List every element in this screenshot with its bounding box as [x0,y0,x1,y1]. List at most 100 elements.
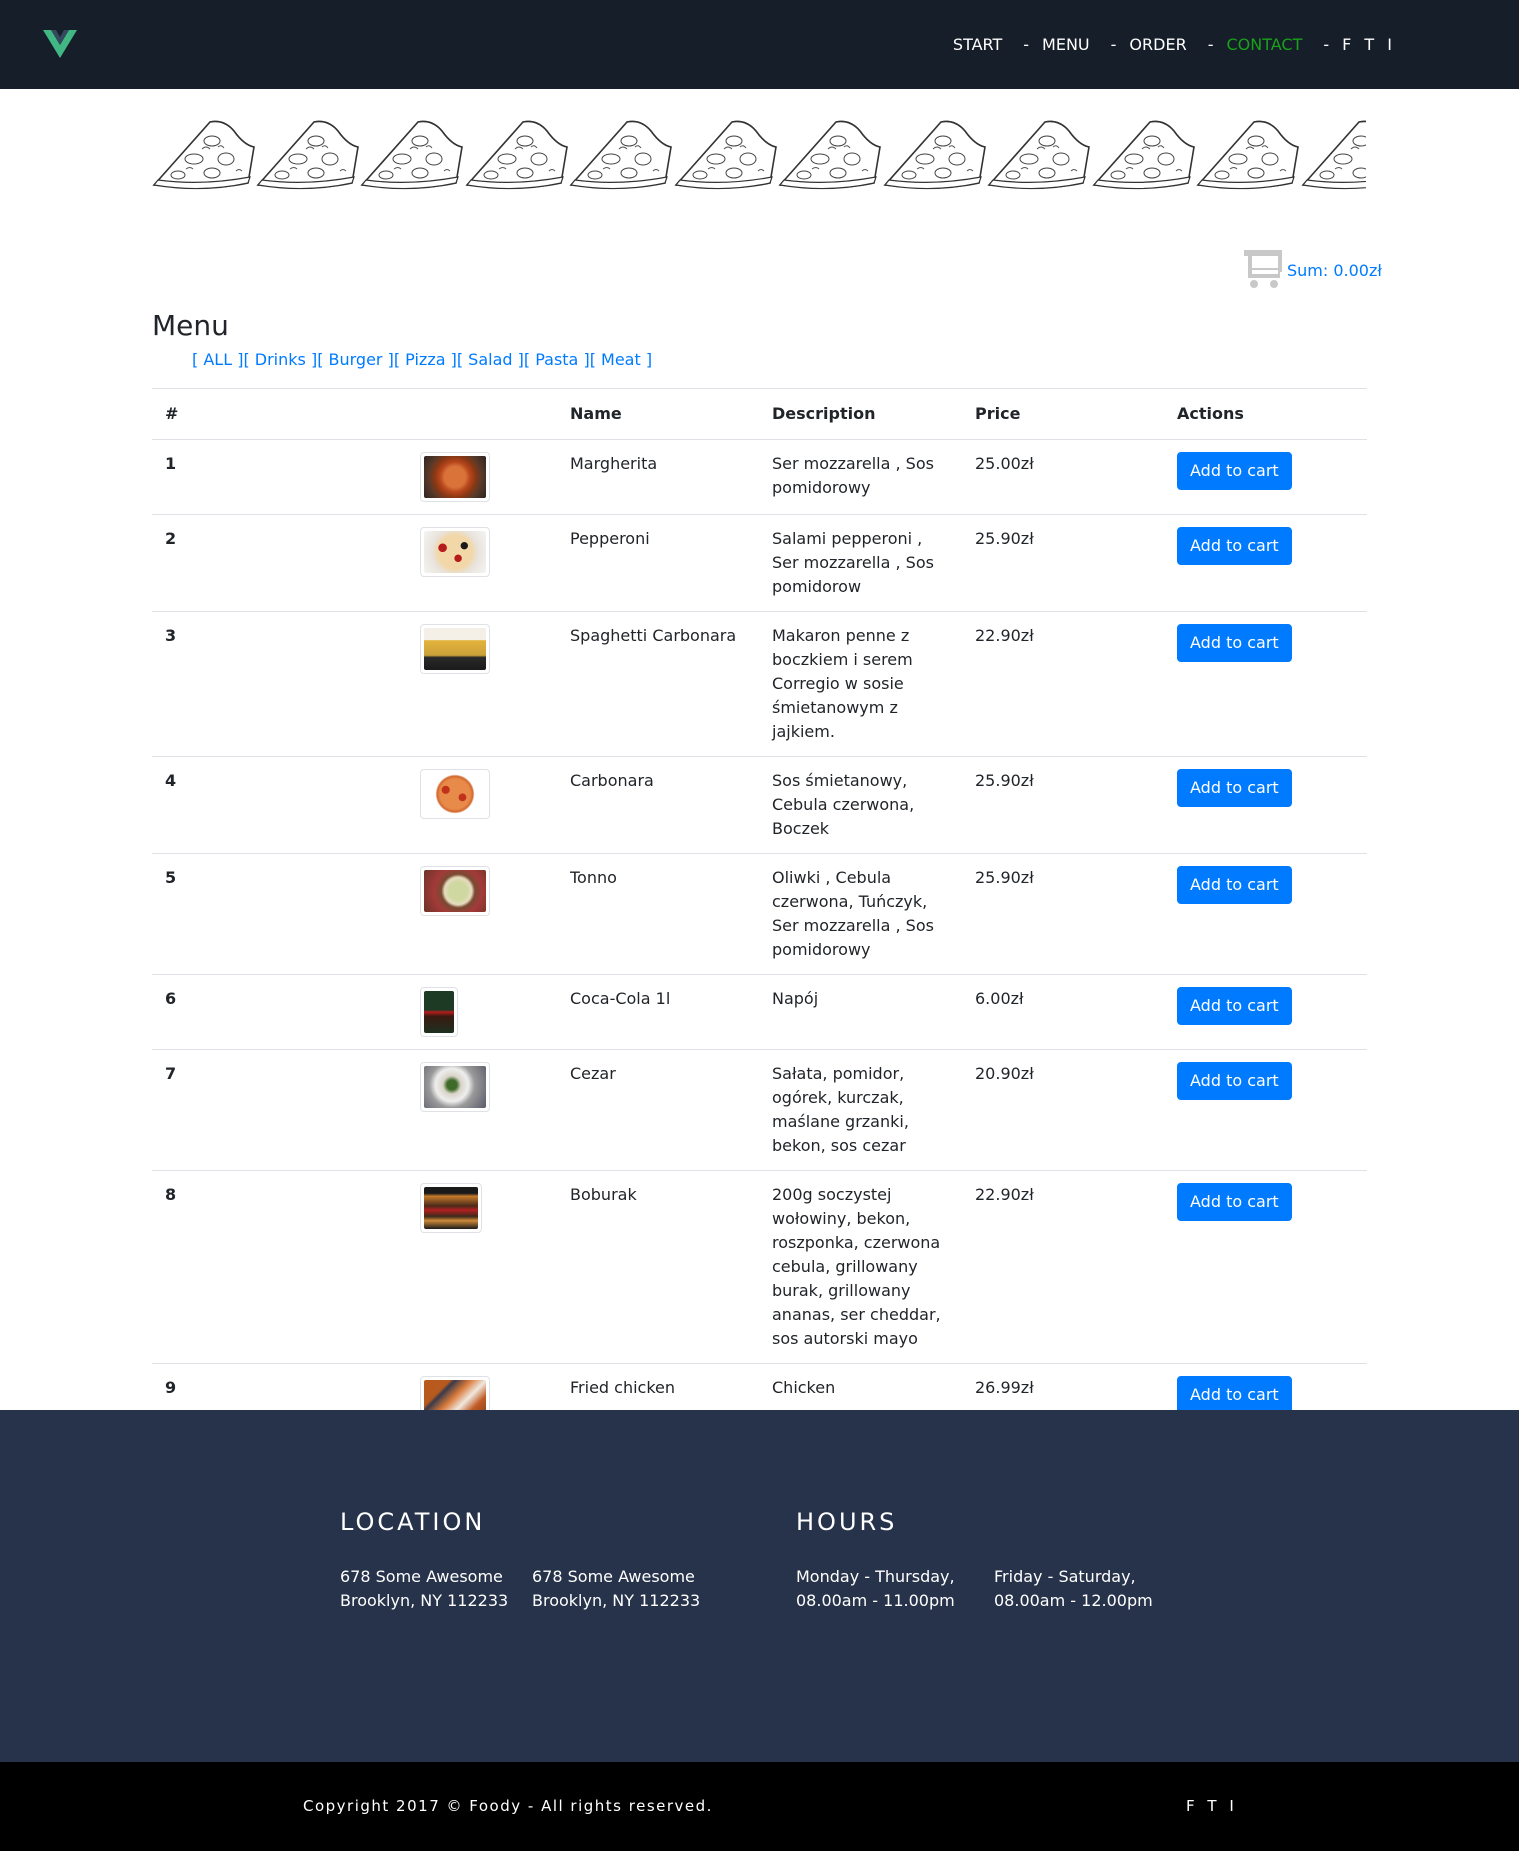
boburak-burger-photo [424,1187,478,1229]
item-image-cell [354,853,557,975]
item-number: 3 [152,611,354,757]
item-thumbnail [420,452,490,502]
item-thumbnail [420,987,458,1037]
category-filters: [ ALL ] [ Drinks ] [ Burger ] [ Pizza ] … [192,350,652,369]
column-header-description: Description [759,388,962,440]
add-to-cart-button[interactable]: Add to cart [1177,987,1292,1025]
main-nav: START - MENU - ORDER - CONTACT - F T I [953,32,1396,56]
table-row: 1 Margherita Ser mozzarella , Sos pomido… [152,439,1367,515]
item-description: 200g soczystej wołowiny, bekon, roszponk… [759,1170,962,1364]
filter-salad[interactable]: [ Salad ] [457,350,524,369]
pepperoni-photo [424,531,486,573]
address-line: Brooklyn, NY 112233 [532,1591,701,1610]
tonno-photo [424,870,486,912]
footer: LOCATION HOURS 678 Some Awesome Brooklyn… [0,1410,1519,1762]
nav-separator: - [1110,34,1117,54]
item-number: 7 [152,1049,354,1171]
hours-line: 08.00am - 11.00pm [796,1591,955,1610]
add-to-cart-button[interactable]: Add to cart [1177,452,1292,490]
item-thumbnail [420,1062,490,1112]
menu-table: # Name Description Price Actions 1 Margh… [152,388,1367,1438]
table-row: 3 Spaghetti Carbonara Makaron penne z bo… [152,611,1367,757]
table-row: 5 Tonno Oliwki , Cebula czerwona, Tuńczy… [152,853,1367,975]
item-description: Napój [759,974,962,1050]
item-number: 2 [152,514,354,612]
table-row: 7 Cezar Sałata, pomidor, ogórek, kurczak… [152,1049,1367,1171]
hours-title: HOURS [796,1508,898,1536]
vue-logo-icon[interactable] [43,30,77,58]
item-price: 25.90zł [962,853,1164,975]
add-to-cart-button[interactable]: Add to cart [1177,527,1292,565]
hours-weekdays: Monday - Thursday, 08.00am - 11.00pm [796,1565,955,1613]
nav-separator: - [1207,34,1214,54]
column-header-actions: Actions [1164,388,1367,440]
add-to-cart-button[interactable]: Add to cart [1177,624,1292,662]
hours-line: Monday - Thursday, [796,1567,955,1586]
item-image-cell [354,1049,557,1171]
item-price: 20.90zł [962,1049,1164,1171]
filter-pasta[interactable]: [ Pasta ] [524,350,590,369]
nav-separator: - [1023,34,1030,54]
nav-contact[interactable]: CONTACT [1226,35,1302,54]
item-image-cell [354,756,557,854]
table-row: 6 Coca-Cola 1l Napój 6.00zł Add to cart [152,974,1367,1050]
location-title: LOCATION [340,1508,486,1536]
filter-pizza[interactable]: [ Pizza ] [394,350,457,369]
cart-sum[interactable]: Sum: 0.00zł [1287,261,1382,280]
item-price: 22.90zł [962,1170,1164,1364]
filter-burger[interactable]: [ Burger ] [317,350,394,369]
nav-fti[interactable]: F T I [1342,35,1396,54]
add-to-cart-button[interactable]: Add to cart [1177,1062,1292,1100]
table-row: 8 Boburak 200g soczystej wołowiny, bekon… [152,1170,1367,1364]
carbonara-photo [424,773,486,815]
cezar-salad-photo [424,1066,486,1108]
item-name: Spaghetti Carbonara [557,611,759,757]
add-to-cart-button[interactable]: Add to cart [1177,1183,1292,1221]
item-actions: Add to cart [1164,1170,1367,1364]
coca-cola-photo [424,991,454,1033]
copyright-text: Copyright 2017 © Foody - All rights rese… [303,1797,713,1815]
menu-title: Menu [152,309,229,342]
nav-start[interactable]: START [953,35,1002,54]
item-thumbnail [420,769,490,819]
item-price: 25.90zł [962,756,1164,854]
add-to-cart-button[interactable]: Add to cart [1177,769,1292,807]
add-to-cart-button[interactable]: Add to cart [1177,866,1292,904]
hours-line: Friday - Saturday, [994,1567,1136,1586]
item-number: 6 [152,974,354,1050]
item-name: Pepperoni [557,514,759,612]
add-to-cart-button[interactable]: Add to cart [1177,1376,1292,1414]
table-row: 2 Pepperoni Salami pepperoni , Ser mozza… [152,514,1367,612]
hours-weekend: Friday - Saturday, 08.00am - 12.00pm [994,1565,1153,1613]
address-line: 678 Some Awesome [532,1567,695,1586]
item-number: 8 [152,1170,354,1364]
item-name: Coca-Cola 1l [557,974,759,1050]
cart-summary[interactable]: Sum: 0.00zł [1242,248,1382,290]
item-description: Ser mozzarella , Sos pomidorowy [759,439,962,515]
item-description: Oliwki , Cebula czerwona, Tuńczyk, Ser m… [759,853,962,975]
nav-order[interactable]: ORDER [1129,35,1186,54]
footer-brand[interactable]: F T I [1186,1797,1238,1815]
item-thumbnail [420,866,490,916]
item-name: Boburak [557,1170,759,1364]
nav-menu[interactable]: MENU [1042,35,1090,54]
cart-icon[interactable] [1242,248,1284,290]
margherita-photo [424,456,486,498]
column-header-image [354,388,557,440]
spaghetti-carbonara-photo [424,628,486,670]
filter-drinks[interactable]: [ Drinks ] [243,350,317,369]
filter-meat[interactable]: [ Meat ] [590,350,652,369]
item-number: 1 [152,439,354,515]
item-name: Margherita [557,439,759,515]
item-price: 25.90zł [962,514,1164,612]
location-address-1: 678 Some Awesome Brooklyn, NY 112233 [340,1565,508,1613]
item-actions: Add to cart [1164,853,1367,975]
item-image-cell [354,611,557,757]
address-line: Brooklyn, NY 112233 [340,1591,509,1610]
filter-all[interactable]: [ ALL ] [192,350,243,369]
item-description: Makaron penne z boczkiem i serem Corregi… [759,611,962,757]
item-thumbnail [420,527,490,577]
column-header-price: Price [962,388,1164,440]
item-actions: Add to cart [1164,514,1367,612]
item-actions: Add to cart [1164,611,1367,757]
